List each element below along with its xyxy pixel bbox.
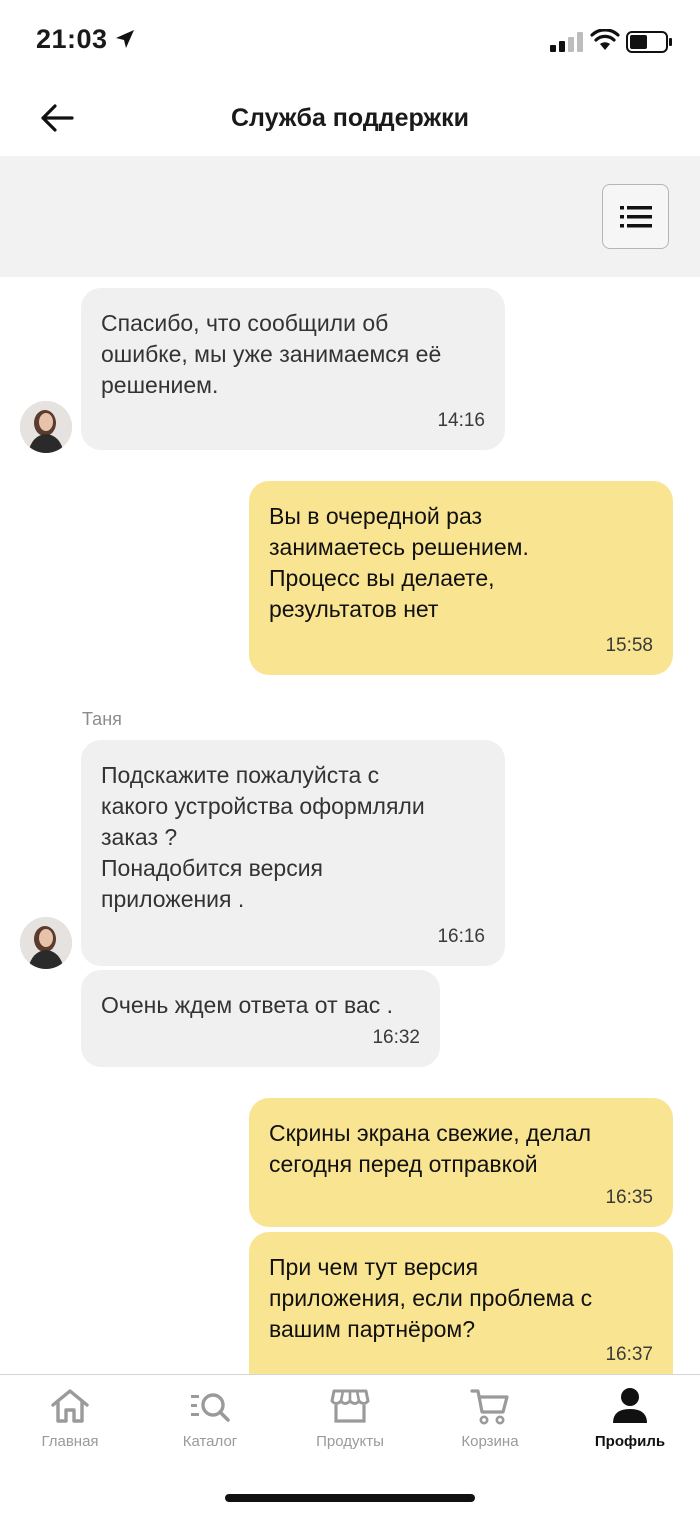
message-bubble-incoming: Спасибо, что сообщили об ошибке, мы уже … — [81, 288, 505, 450]
cart-icon — [470, 1389, 509, 1425]
battery-icon — [626, 31, 672, 53]
message-text: Спасибо, что сообщили об ошибке, мы уже … — [101, 310, 442, 398]
message-text: Вы в очередной раз занимаетесь решением.… — [269, 503, 529, 622]
chat-messages[interactable]: Спасибо, что сообщили об ошибке, мы уже … — [0, 277, 700, 1374]
menu-button[interactable] — [602, 184, 669, 249]
tab-profile[interactable]: Профиль — [560, 1385, 700, 1459]
store-icon — [330, 1389, 370, 1423]
catalog-search-icon — [191, 1393, 230, 1422]
tab-home[interactable]: Главная — [0, 1385, 140, 1459]
message-bubble-outgoing: Скрины экрана свежие, делал сегодня пере… — [249, 1098, 673, 1227]
message-time: 16:16 — [437, 926, 485, 947]
message-text: При чем тут версия приложения, если проб… — [269, 1254, 593, 1342]
message-text: Скрины экрана свежие, делал сегодня пере… — [269, 1120, 592, 1177]
message-time: 14:16 — [437, 410, 485, 431]
location-arrow-icon — [116, 30, 134, 48]
tab-label: Главная — [41, 1433, 99, 1450]
message-bubble-outgoing: При чем тут версия приложения, если проб… — [249, 1232, 673, 1374]
message-text: Подскажите пожалуйста с какого устройств… — [101, 762, 425, 912]
message-time: 15:58 — [605, 635, 653, 656]
cellular-signal-icon — [550, 32, 583, 52]
tab-label: Каталог — [182, 1433, 238, 1450]
message-time: 16:32 — [372, 1027, 420, 1048]
tab-label: Профиль — [594, 1433, 666, 1450]
sender-name: Таня — [82, 709, 122, 729]
tab-cart[interactable]: Корзина — [420, 1385, 560, 1459]
message-text: Очень ждем ответа от вас . — [101, 992, 394, 1018]
message-time: 16:35 — [605, 1187, 653, 1208]
message-bubble-outgoing: Вы в очередной раз занимаетесь решением.… — [249, 481, 673, 675]
message-bubble-incoming: Очень ждем ответа от вас . 16:32 — [81, 970, 440, 1067]
tab-products[interactable]: Продукты — [280, 1385, 420, 1459]
list-menu-icon — [619, 205, 652, 227]
page-title: Служба поддержки — [230, 104, 470, 132]
tab-label: Продукты — [316, 1433, 384, 1450]
support-agent-avatar — [20, 917, 72, 969]
wifi-icon — [590, 29, 620, 50]
message-bubble-incoming: Подскажите пожалуйста с какого устройств… — [81, 740, 505, 966]
profile-icon — [613, 1388, 647, 1423]
support-agent-avatar — [20, 401, 72, 453]
home-indicator — [225, 1494, 475, 1502]
tab-label: Корзина — [461, 1433, 519, 1450]
header: Служба поддержки — [0, 80, 700, 156]
chat-toolbar — [0, 156, 700, 277]
message-time: 16:37 — [605, 1344, 653, 1365]
status-time: 21:03 — [36, 24, 108, 54]
tab-catalog[interactable]: Каталог — [140, 1385, 280, 1459]
home-icon — [51, 1389, 89, 1423]
status-bar: 21:03 — [0, 0, 700, 80]
